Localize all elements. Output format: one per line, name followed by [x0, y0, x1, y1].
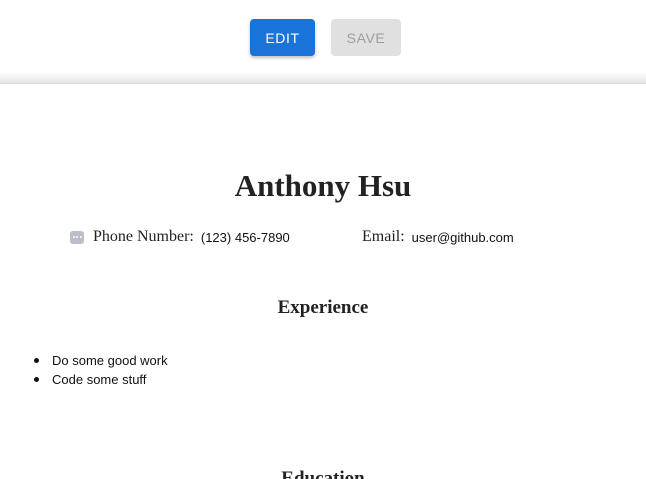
drag-handle-icon[interactable] [70, 230, 84, 244]
phone-value: (123) 456-7890 [200, 229, 290, 245]
list-item: Code some stuff [34, 370, 168, 389]
email-value: user@github.com [411, 229, 514, 245]
email-label: Email: [362, 228, 405, 245]
education-heading: Education [281, 468, 365, 479]
save-button[interactable]: Save [331, 19, 401, 56]
list-item: Do some good work [34, 353, 168, 368]
contact-email: Email: user@github.com [362, 227, 514, 247]
toolbar-divider-shadow [0, 72, 646, 84]
experience-heading: Experience [277, 297, 369, 318]
resume-name: Anthony Hsu [234, 168, 412, 203]
contact-phone: Phone Number: (123) 456-7890 [70, 227, 290, 247]
phone-label: Phone Number: [93, 228, 194, 245]
experience-list: Do some good work Code some stuff [34, 351, 168, 389]
edit-button[interactable]: Edit [250, 19, 315, 56]
top-toolbar: Edit Save [0, 0, 646, 82]
